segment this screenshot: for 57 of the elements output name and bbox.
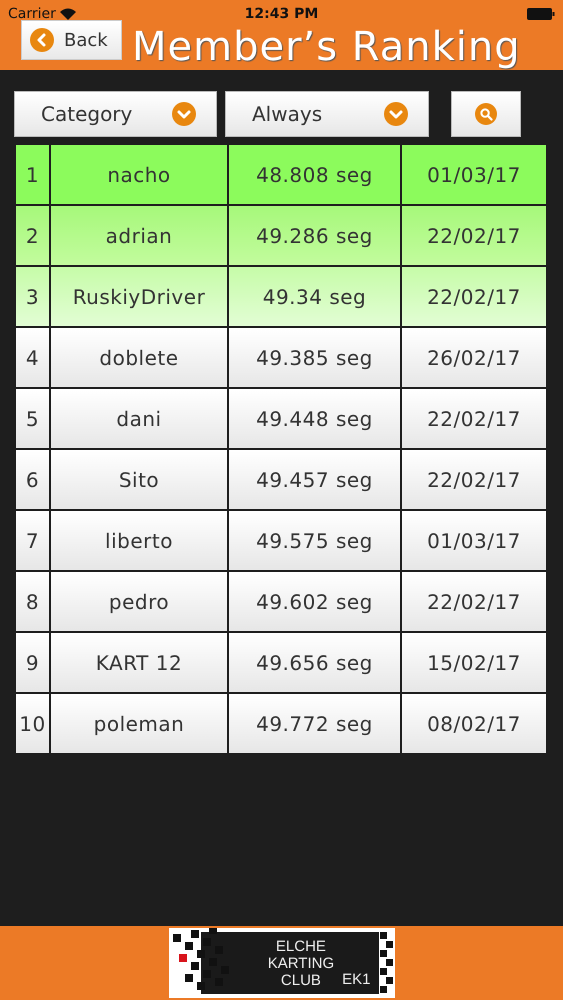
time-cell: 48.808 seg [229, 145, 400, 204]
name-cell: nacho [51, 145, 227, 204]
logo-tag: EK1 [342, 971, 370, 988]
name-cell: Sito [51, 450, 227, 509]
name-cell: adrian [51, 206, 227, 265]
date-cell: 26/02/17 [402, 328, 546, 387]
wifi-icon [60, 8, 76, 20]
time-cell: 49.575 seg [229, 511, 400, 570]
time-cell: 49.385 seg [229, 328, 400, 387]
date-cell: 15/02/17 [402, 633, 546, 692]
status-time: 12:43 PM [244, 6, 318, 22]
logo-text: ELCHE [276, 938, 326, 954]
search-button[interactable] [451, 91, 521, 137]
name-cell: pedro [51, 572, 227, 631]
rank-cell: 9 [16, 633, 49, 692]
logo-text: CLUB [280, 972, 321, 988]
time-cell: 49.448 seg [229, 389, 400, 448]
time-cell: 49.602 seg [229, 572, 400, 631]
date-cell: 22/02/17 [402, 450, 546, 509]
time-cell: 49.656 seg [229, 633, 400, 692]
name-cell: RuskiyDriver [51, 267, 227, 326]
name-cell: poleman [51, 694, 227, 753]
date-cell: 01/03/17 [402, 511, 546, 570]
date-cell: 08/02/17 [402, 694, 546, 753]
filter-dropdown[interactable]: Always [225, 91, 429, 137]
rank-cell: 4 [16, 328, 49, 387]
name-cell: dani [51, 389, 227, 448]
chevron-left-icon [30, 28, 54, 52]
name-cell: doblete [51, 328, 227, 387]
date-cell: 22/02/17 [402, 572, 546, 631]
time-cell: 49.772 seg [229, 694, 400, 753]
back-button[interactable]: Back [21, 20, 122, 60]
time-cell: 49.34 seg [229, 267, 400, 326]
date-cell: 22/02/17 [402, 389, 546, 448]
chevron-down-icon [172, 102, 196, 126]
name-cell: KART 12 [51, 633, 227, 692]
battery-icon [527, 8, 555, 20]
rank-cell: 5 [16, 389, 49, 448]
date-cell: 22/02/17 [402, 206, 546, 265]
date-cell: 01/03/17 [402, 145, 546, 204]
page-title: Member’s Ranking [132, 28, 521, 66]
time-cell: 49.457 seg [229, 450, 400, 509]
time-cell: 49.286 seg [229, 206, 400, 265]
rank-cell: 7 [16, 511, 49, 570]
rank-cell: 2 [16, 206, 49, 265]
filter-dropdown[interactable]: Category [14, 91, 217, 137]
name-cell: liberto [51, 511, 227, 570]
rank-cell: 8 [16, 572, 49, 631]
logo-text: KARTING [268, 954, 334, 972]
chevron-down-icon [384, 102, 408, 126]
carrier-label: Carrier [8, 6, 56, 22]
rank-cell: 3 [16, 267, 49, 326]
search-icon [475, 103, 497, 125]
rank-cell: 6 [16, 450, 49, 509]
rank-cell: 1 [16, 145, 49, 204]
date-cell: 22/02/17 [402, 267, 546, 326]
rank-cell: 10 [16, 694, 49, 753]
